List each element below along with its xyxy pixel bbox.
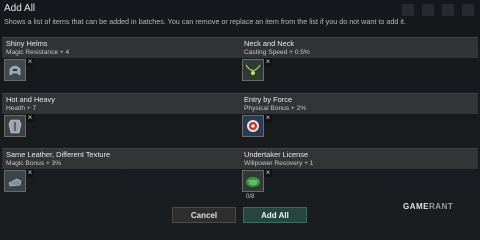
item-name: Entry by Force [244,95,293,104]
item-stat: Magic Bonus + 3% [6,160,62,167]
watermark-accent: RANT [429,202,454,211]
add-all-button[interactable]: Add All [243,207,307,223]
item-card: Hot and Heavy Health + 7 × [2,93,240,137]
helm-icon[interactable] [4,59,26,81]
scroll-icon[interactable] [242,170,264,192]
item-card: Entry by Force Physical Bonus + 2% × [240,93,478,137]
item-name: Undertaker License [244,150,309,159]
boots-icon[interactable] [4,170,26,192]
item-name: Same Leather, Different Texture [6,150,111,159]
necklace-icon[interactable] [242,59,264,81]
dialog-description: Shows a list of items that can be added … [4,17,406,26]
item-name: Hot and Heavy [6,95,55,104]
crest-icon[interactable] [242,115,264,137]
item-header: Hot and Heavy Health + 7 [2,93,240,114]
remove-item-button[interactable]: × [26,169,34,177]
item-header: Neck and Neck Casting Speed + 0.5% [240,37,478,58]
item-stat: Magic Resistance + 4 [6,49,70,56]
item-card: Neck and Neck Casting Speed + 0.5% × [240,37,478,81]
item-header: Entry by Force Physical Bonus + 2% [240,93,478,114]
remove-item-button[interactable]: × [26,58,34,66]
remove-item-button[interactable]: × [264,58,272,66]
item-stat: Physical Bonus + 2% [244,105,307,112]
remove-item-button[interactable]: × [264,169,272,177]
remove-item-button[interactable]: × [264,114,272,122]
cancel-button[interactable]: Cancel [172,207,236,223]
item-stat: Willpower Recovery + 1 [244,160,314,167]
remove-item-button[interactable]: × [26,114,34,122]
item-card: Same Leather, Different Texture Magic Bo… [2,148,240,192]
item-card: Undertaker License Willpower Recovery + … [240,148,478,200]
item-name: Neck and Neck [244,39,295,48]
item-name: Shiny Helms [6,39,48,48]
item-header: Shiny Helms Magic Resistance + 4 [2,37,240,58]
item-count: 0/8 [246,194,255,200]
armor-icon[interactable] [4,115,26,137]
watermark-brand: GAME [403,202,429,211]
dialog-title: Add All [4,3,36,14]
item-stat: Casting Speed + 0.5% [244,49,310,56]
item-header: Undertaker License Willpower Recovery + … [240,148,478,169]
item-card: Shiny Helms Magic Resistance + 4 × [2,37,240,81]
watermark-logo: GAMERANT [403,202,453,211]
item-stat: Health + 7 [6,105,37,112]
item-header: Same Leather, Different Texture Magic Bo… [2,148,240,169]
